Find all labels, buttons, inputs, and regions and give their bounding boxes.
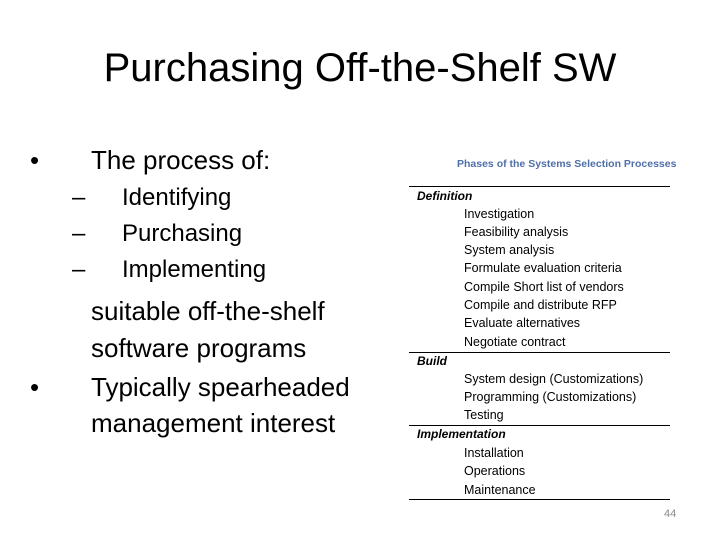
rule-bottom bbox=[409, 499, 670, 500]
slide-title: Purchasing Off-the-Shelf SW bbox=[103, 46, 617, 90]
step-item: System design (Customizations) bbox=[464, 372, 644, 386]
step-item: Compile Short list of vendors bbox=[464, 280, 624, 294]
bullet-text-continued: management interest bbox=[91, 408, 336, 438]
step-item: System analysis bbox=[464, 243, 555, 257]
dash-marker: – bbox=[72, 220, 86, 247]
sub-item-text: Identifying bbox=[122, 184, 232, 211]
step-item: Investigation bbox=[464, 207, 535, 221]
phase-definition: Definition bbox=[417, 189, 473, 203]
rule-build bbox=[409, 352, 670, 353]
bullet-marker: • bbox=[30, 372, 40, 402]
phase-build: Build bbox=[417, 354, 447, 368]
step-item: Installation bbox=[464, 446, 524, 460]
sub-item-text: Purchasing bbox=[122, 220, 243, 247]
bullet-text: The process of: bbox=[91, 145, 271, 175]
continuation-line: software programs bbox=[91, 333, 307, 363]
continuation-line: suitable off-the-shelf bbox=[91, 296, 325, 326]
page-number: 44 bbox=[664, 508, 677, 520]
step-item: Maintenance bbox=[464, 483, 536, 497]
figure-title: Phases of the Systems Selection Processe… bbox=[457, 158, 677, 170]
sub-item-text: Implementing bbox=[122, 256, 267, 283]
step-item: Compile and distribute RFP bbox=[464, 298, 617, 312]
step-item: Programming (Customizations) bbox=[464, 390, 637, 404]
step-item: Feasibility analysis bbox=[464, 225, 569, 239]
step-item: Negotiate contract bbox=[464, 335, 566, 349]
rule-implementation bbox=[409, 425, 670, 426]
step-item: Operations bbox=[464, 464, 526, 478]
bullet-text: Typically spearheaded bbox=[91, 372, 350, 402]
step-item: Formulate evaluation criteria bbox=[464, 261, 622, 275]
phase-implementation: Implementation bbox=[417, 427, 506, 441]
dash-marker: – bbox=[72, 184, 86, 211]
rule-top bbox=[409, 186, 670, 187]
dash-marker: – bbox=[72, 256, 86, 283]
bullet-marker: • bbox=[30, 145, 40, 175]
step-item: Evaluate alternatives bbox=[464, 316, 581, 330]
phases-figure: Phases of the Systems Selection Processe… bbox=[409, 150, 676, 502]
step-item: Testing bbox=[464, 408, 504, 422]
